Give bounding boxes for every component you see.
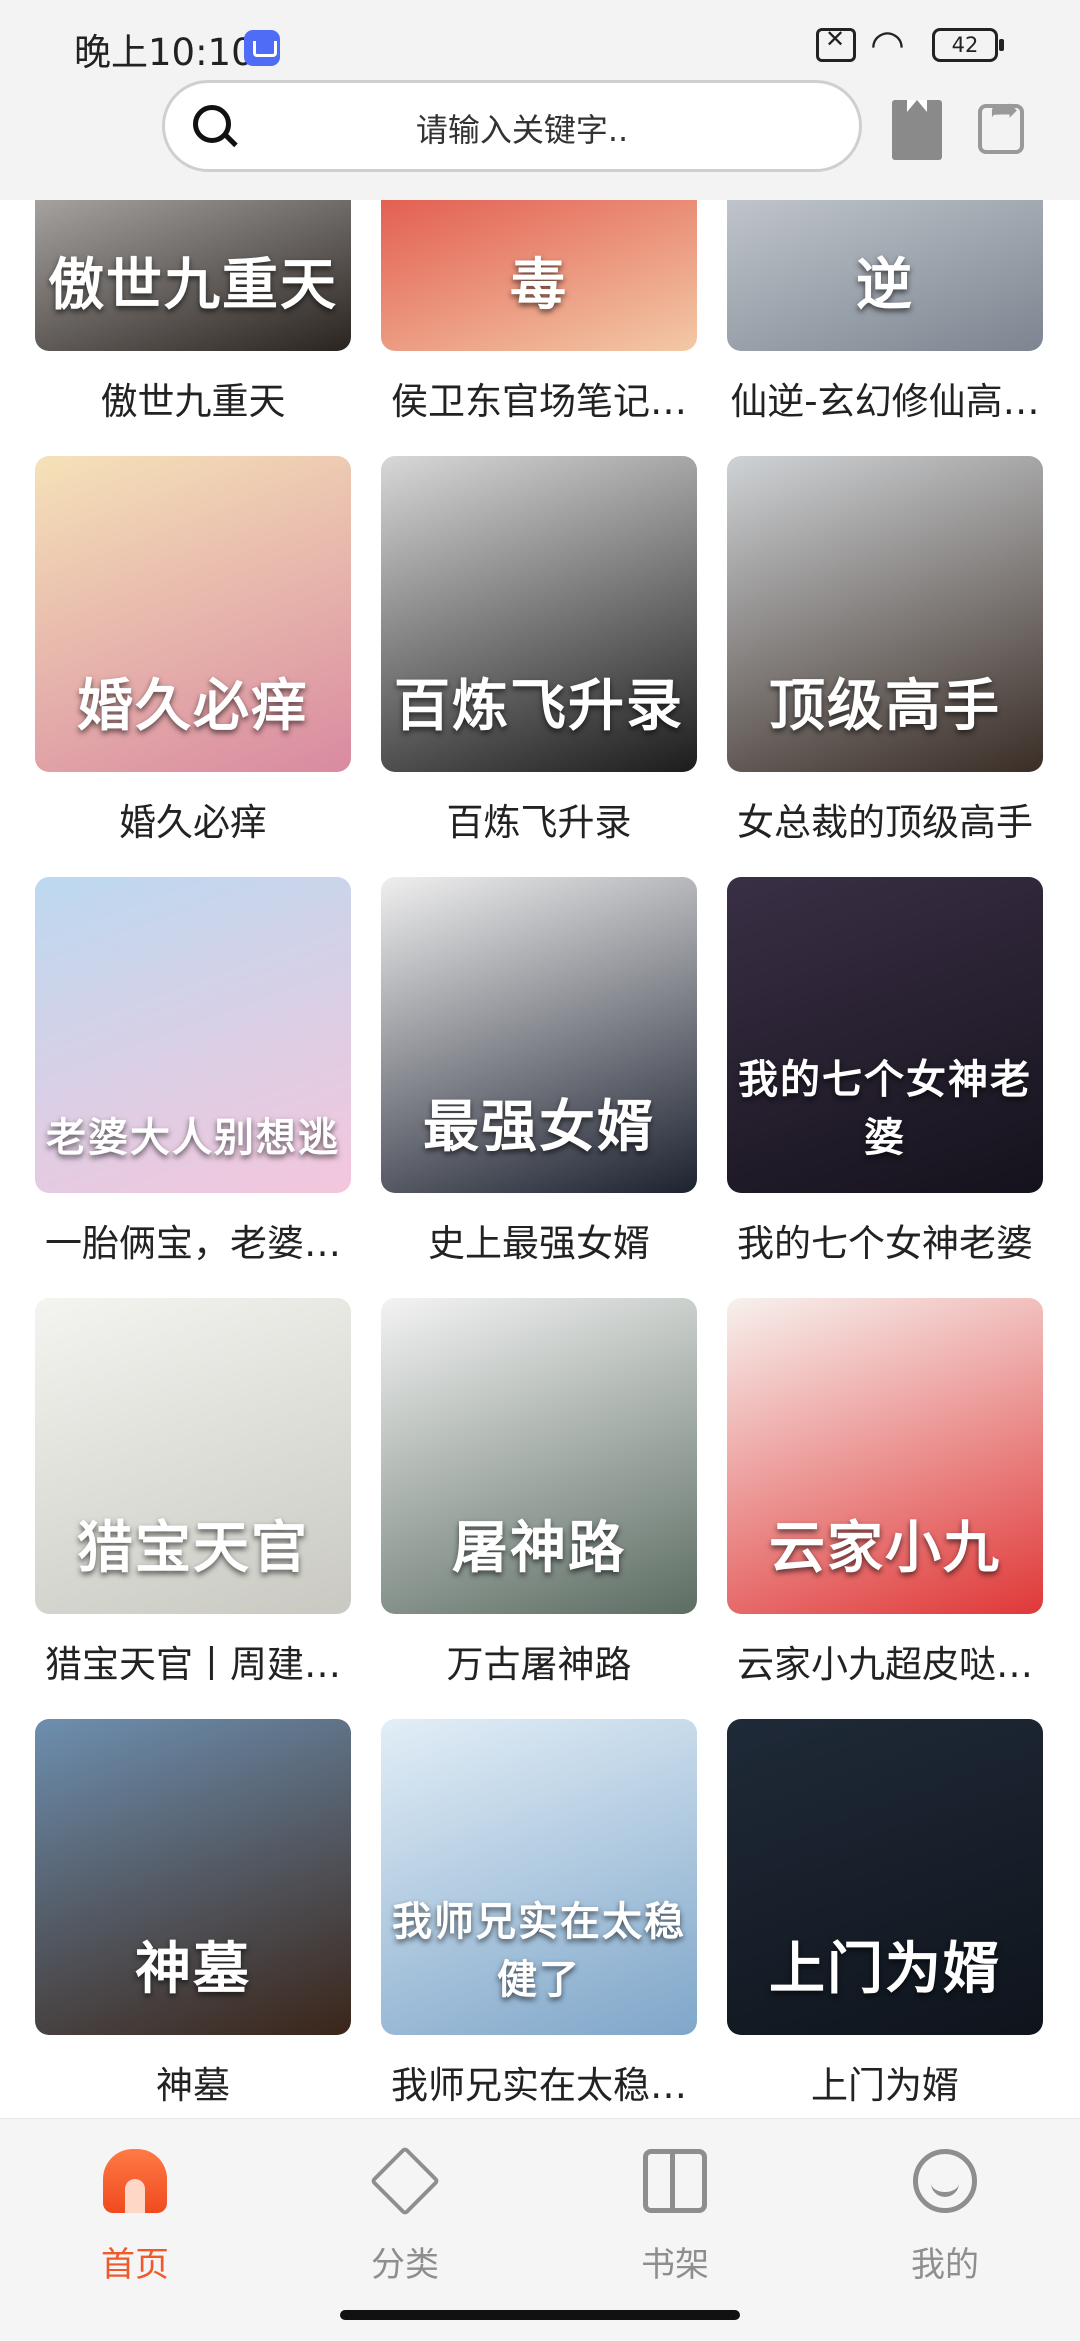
cover-title-text: 云家小九	[769, 1515, 1001, 1581]
cube-icon	[369, 2145, 441, 2217]
cover-title-text: 逆	[856, 252, 914, 318]
book-title[interactable]: 云家小九超皮哒…	[723, 1634, 1047, 1688]
book-cover[interactable]: 老婆大人别想逃	[35, 877, 351, 1193]
book-title[interactable]: 猎宝天官丨周建…	[31, 1634, 355, 1688]
book-cover[interactable]: 猎宝天官	[35, 1298, 351, 1614]
book-title[interactable]: 侯卫东官场笔记…	[377, 371, 701, 425]
battery-icon: 42	[932, 28, 1004, 62]
book-title[interactable]: 万古屠神路	[377, 1634, 701, 1688]
book-title[interactable]: 史上最强女婿	[377, 1213, 701, 1267]
book-card[interactable]: 傲世九重天 傲世九重天	[35, 200, 351, 435]
book-cover[interactable]: 屠神路	[381, 1298, 697, 1614]
cover-title-text: 最强女婿	[423, 1094, 655, 1160]
book-card[interactable]: 老婆大人别想逃 一胎俩宝，老婆…	[35, 877, 351, 1277]
book-title[interactable]: 上门为婿	[723, 2055, 1047, 2109]
book-card[interactable]: 神墓 神墓	[35, 1719, 351, 2118]
book-card[interactable]: 顶级高手 女总裁的顶级高手	[727, 456, 1043, 856]
shelf-icon	[643, 2149, 707, 2213]
book-grid: 傲世九重天 傲世九重天毒侯卫东官场笔记… 逆仙逆-玄幻修仙高… 婚久必痒 婚久必痒 百炼飞…	[0, 200, 1080, 2118]
search-input[interactable]: 请输入关键字..	[162, 80, 862, 172]
header: 晚上10:10 ◠ 42 请输入关键字..	[0, 0, 1080, 200]
book-title[interactable]: 傲世九重天	[31, 371, 355, 425]
status-bar: 晚上10:10 ◠ 42	[0, 0, 1080, 90]
search-placeholder: 请输入关键字..	[415, 111, 629, 149]
cover-title-text: 神墓	[135, 1936, 251, 2002]
book-cover[interactable]: 最强女婿	[381, 877, 697, 1193]
cover-title-text: 傲世九重天	[48, 252, 338, 318]
book-cover[interactable]: 傲世九重天	[35, 200, 351, 351]
share-icon[interactable]	[978, 90, 1024, 154]
book-card[interactable]: 屠神路 万古屠神路	[381, 1298, 697, 1698]
book-card[interactable]: 猎宝天官 猎宝天官丨周建…	[35, 1298, 351, 1698]
no-sim-icon	[816, 25, 856, 62]
book-title[interactable]: 百炼飞升录	[377, 792, 701, 846]
smile-icon	[913, 2149, 977, 2213]
book-cover[interactable]: 婚久必痒	[35, 456, 351, 772]
book-cover[interactable]: 我的七个女神老婆	[727, 877, 1043, 1193]
tab-home[interactable]: 首页	[45, 2119, 225, 2319]
wifi-icon: ◠	[870, 22, 905, 68]
book-card[interactable]: 云家小九 云家小九超皮哒…	[727, 1298, 1043, 1698]
book-card[interactable]: 我师兄实在太稳健了 我师兄实在太稳…	[381, 1719, 697, 2118]
cover-title-text: 顶级高手	[769, 673, 1001, 739]
tab-shelf[interactable]: 书架	[585, 2119, 765, 2319]
book-cover[interactable]: 顶级高手	[727, 456, 1043, 772]
book-title[interactable]: 一胎俩宝，老婆…	[31, 1213, 355, 1267]
cover-title-text: 婚久必痒	[77, 673, 309, 739]
book-title[interactable]: 我的七个女神老婆	[723, 1213, 1047, 1267]
book-cover[interactable]: 逆	[727, 200, 1043, 351]
book-card[interactable]: 百炼飞升录 百炼飞升录	[381, 456, 697, 856]
bottom-nav: 首页 分类 书架 我的	[0, 2118, 1080, 2341]
book-card[interactable]: 毒侯卫东官场笔记…	[381, 200, 697, 435]
app-notification-icon	[244, 30, 280, 66]
book-cover[interactable]: 毒	[381, 200, 697, 351]
book-title[interactable]: 婚久必痒	[31, 792, 355, 846]
book-title[interactable]: 我师兄实在太稳…	[377, 2055, 701, 2109]
cover-title-text: 毒	[510, 252, 568, 318]
status-time: 晚上10:10	[74, 31, 255, 74]
book-cover[interactable]: 云家小九	[727, 1298, 1043, 1614]
book-card[interactable]: 婚久必痒 婚久必痒	[35, 456, 351, 856]
cover-title-text: 老婆大人别想逃	[46, 1114, 340, 1161]
book-cover[interactable]: 上门为婿	[727, 1719, 1043, 2035]
tab-label: 首页	[101, 2245, 169, 2285]
tab-label: 分类	[371, 2245, 439, 2285]
cover-title-text: 屠神路	[452, 1515, 626, 1581]
book-title[interactable]: 仙逆-玄幻修仙高…	[723, 371, 1047, 425]
book-title[interactable]: 女总裁的顶级高手	[723, 792, 1047, 846]
tab-label: 书架	[641, 2245, 709, 2285]
book-title[interactable]: 神墓	[31, 2055, 355, 2109]
tab-smile[interactable]: 我的	[855, 2119, 1035, 2319]
tab-label: 我的	[911, 2245, 979, 2285]
cover-title-text: 百炼飞升录	[394, 673, 684, 739]
book-card[interactable]: 我的七个女神老婆 我的七个女神老婆	[727, 877, 1043, 1277]
home-indicator[interactable]	[340, 2310, 740, 2320]
book-cover[interactable]: 百炼飞升录	[381, 456, 697, 772]
cover-title-text: 我师兄实在太稳健了	[392, 1898, 686, 2003]
book-card[interactable]: 最强女婿 史上最强女婿	[381, 877, 697, 1277]
book-card[interactable]: 上门为婿 上门为婿	[727, 1719, 1043, 2118]
cover-title-text: 我的七个女神老婆	[738, 1056, 1032, 1161]
bookmark-icon[interactable]	[892, 100, 942, 160]
tab-cube[interactable]: 分类	[315, 2119, 495, 2319]
book-cover[interactable]: 神墓	[35, 1719, 351, 2035]
cover-title-text: 猎宝天官	[77, 1515, 309, 1581]
cover-title-text: 上门为婿	[769, 1936, 1001, 2002]
book-card[interactable]: 逆仙逆-玄幻修仙高…	[727, 200, 1043, 435]
home-icon	[103, 2149, 167, 2213]
book-cover[interactable]: 我师兄实在太稳健了	[381, 1719, 697, 2035]
